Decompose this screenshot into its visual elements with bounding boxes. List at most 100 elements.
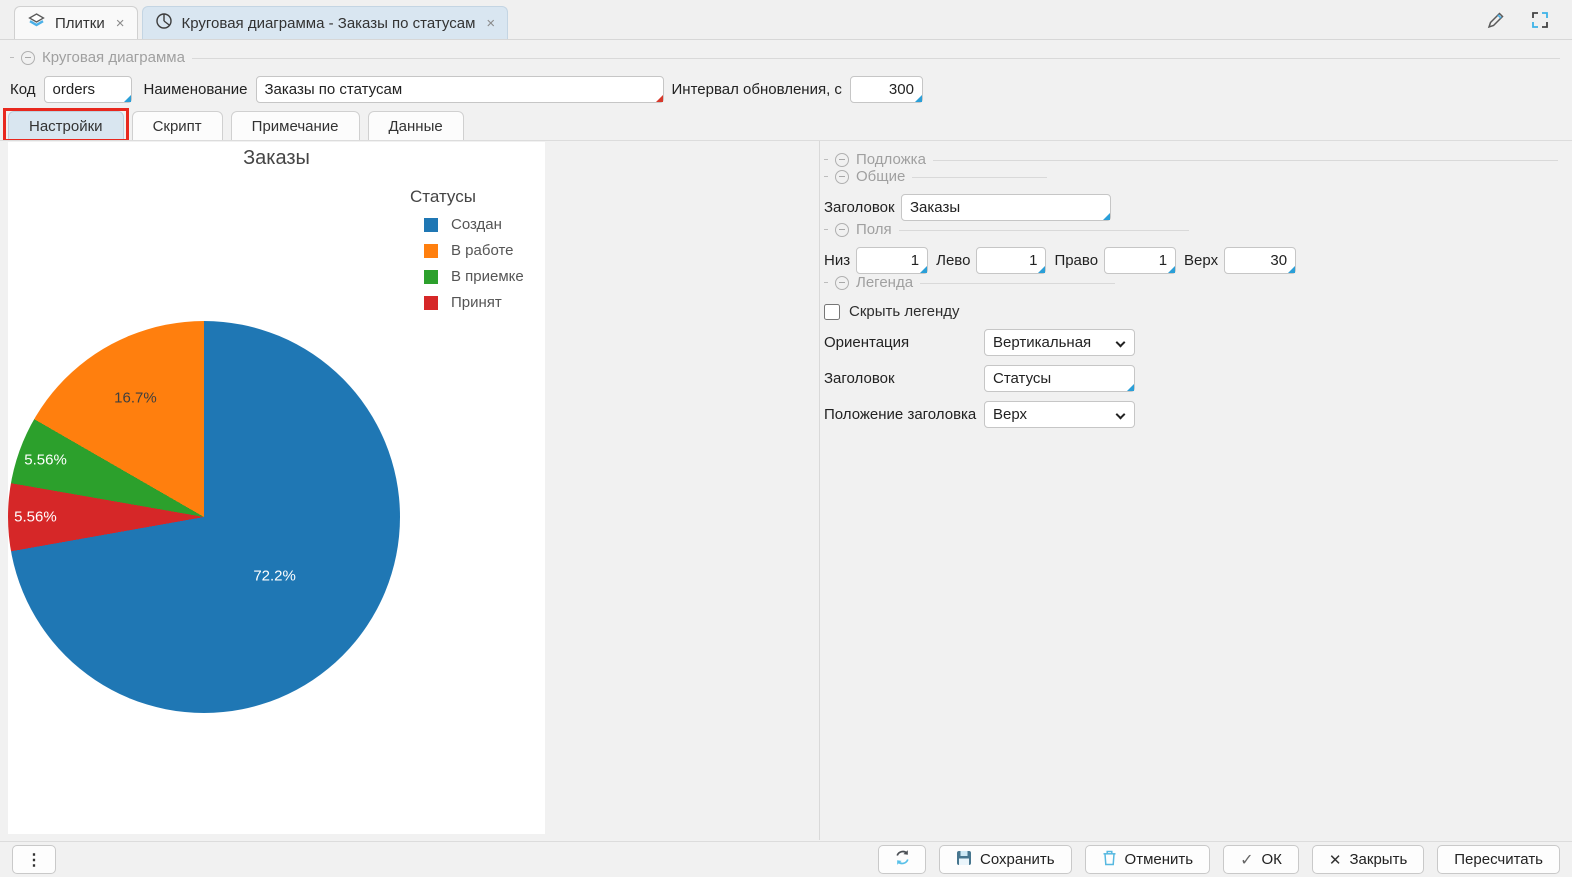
collapse-icon[interactable] xyxy=(21,51,35,65)
legend-title-input[interactable] xyxy=(984,365,1135,392)
collapse-icon[interactable] xyxy=(835,276,849,290)
margin-left-wrap xyxy=(976,247,1046,274)
hide-legend-label: Скрыть легенду xyxy=(849,303,960,320)
collapse-icon[interactable] xyxy=(835,153,849,167)
title-position-value: Верх xyxy=(993,406,1027,423)
interval-input[interactable] xyxy=(850,76,923,103)
name-input[interactable] xyxy=(256,76,664,103)
section-line xyxy=(920,283,1115,284)
legend-swatch xyxy=(424,218,438,232)
recalculate-button[interactable]: Пересчитать xyxy=(1437,845,1560,874)
pie-chart: 72.2% 16.7% 5.56% 5.56% xyxy=(8,321,400,713)
margin-right-label: Право xyxy=(1054,252,1098,269)
close-icon[interactable]: × xyxy=(486,15,495,32)
dash-decoration xyxy=(824,176,828,177)
chart-legend: Статусы Создан В работе В приемке Принят xyxy=(409,187,539,311)
tab-label: Настройки xyxy=(29,118,103,135)
margin-right-input[interactable] xyxy=(1104,247,1176,274)
fullscreen-icon[interactable] xyxy=(1528,8,1552,32)
legend-swatch xyxy=(424,270,438,284)
section-legend: Легенда xyxy=(824,274,1558,291)
chevron-down-icon xyxy=(1116,410,1126,420)
save-icon xyxy=(956,850,972,870)
window-tab-label: Плитки xyxy=(55,15,105,32)
legend-title-field-wrap xyxy=(984,365,1135,392)
main-form-row: Код Наименование Интервал обновления, с xyxy=(10,75,923,103)
modified-marker-icon xyxy=(915,95,922,102)
chart-preview-canvas: Заказы Статусы Создан В работе В приемке… xyxy=(8,142,545,834)
collapse-icon[interactable] xyxy=(835,170,849,184)
window-tab-pie-chart[interactable]: Круговая диаграмма - Заказы по статусам … xyxy=(142,6,509,39)
name-field-wrap xyxy=(256,76,664,103)
settings-panel: Подложка Общие Заголовок Поля Низ xyxy=(819,141,1572,840)
legend-item: В работе xyxy=(409,242,539,259)
chart-title: Заказы xyxy=(8,147,545,170)
tab-data[interactable]: Данные xyxy=(368,111,464,141)
legend-label: В работе xyxy=(451,242,514,259)
hide-legend-checkbox[interactable] xyxy=(824,304,840,320)
orientation-value: Вертикальная xyxy=(993,334,1091,351)
interval-label: Интервал обновления, с xyxy=(672,81,842,98)
title-position-row: Положение заголовка Верх xyxy=(824,401,1558,428)
margin-right-wrap xyxy=(1104,247,1176,274)
trash-icon xyxy=(1102,850,1117,870)
tabbar-actions xyxy=(1484,8,1572,32)
slice-label: 72.2% xyxy=(253,568,296,585)
modified-marker-icon xyxy=(1168,266,1175,273)
legend-label: Принят xyxy=(451,294,502,311)
title-position-select[interactable]: Верх xyxy=(984,401,1135,428)
orientation-select[interactable]: Вертикальная xyxy=(984,329,1135,356)
dash-decoration xyxy=(824,282,828,283)
margin-top-label: Верх xyxy=(1184,252,1218,269)
close-button[interactable]: ✕ Закрыть xyxy=(1312,845,1424,874)
edit-pencil-icon[interactable] xyxy=(1484,8,1508,32)
more-menu-button[interactable]: ⋮ xyxy=(12,845,56,874)
margin-left-input[interactable] xyxy=(976,247,1046,274)
tab-label: Примечание xyxy=(252,118,339,135)
cancel-button[interactable]: Отменить xyxy=(1085,845,1211,874)
legend-label: Создан xyxy=(451,216,502,233)
cancel-label: Отменить xyxy=(1125,851,1194,868)
window-tab-label: Круговая диаграмма - Заказы по статусам xyxy=(182,15,476,32)
section-line xyxy=(912,177,1047,178)
chart-title-input[interactable] xyxy=(901,194,1111,221)
legend-title-label: Заголовок xyxy=(824,370,984,387)
tab-label: Данные xyxy=(389,118,443,135)
margin-bottom-wrap xyxy=(856,247,928,274)
subtabs: Настройки Скрипт Примечание Данные xyxy=(8,111,464,141)
tab-settings[interactable]: Настройки xyxy=(8,111,124,141)
modified-marker-icon xyxy=(920,266,927,273)
margin-bottom-input[interactable] xyxy=(856,247,928,274)
save-button[interactable]: Сохранить xyxy=(939,845,1072,874)
tab-label: Скрипт xyxy=(153,118,202,135)
window-tab-tiles[interactable]: Плитки × xyxy=(14,6,138,39)
code-label: Код xyxy=(10,81,36,98)
close-icon[interactable]: × xyxy=(116,15,125,32)
margin-bottom-label: Низ xyxy=(824,252,850,269)
margin-top-wrap xyxy=(1224,247,1296,274)
collapse-icon[interactable] xyxy=(835,223,849,237)
section-line xyxy=(933,160,1558,161)
tab-script[interactable]: Скрипт xyxy=(132,111,223,141)
name-label: Наименование xyxy=(144,81,248,98)
ok-button[interactable]: ✓ ОК xyxy=(1223,845,1299,874)
chart-title-field-wrap xyxy=(901,194,1111,221)
close-label: Закрыть xyxy=(1349,851,1407,868)
tab-note[interactable]: Примечание xyxy=(231,111,360,141)
code-field-wrap xyxy=(44,76,132,103)
margin-top-input[interactable] xyxy=(1224,247,1296,274)
hide-legend-row: Скрыть легенду xyxy=(824,303,1558,320)
slice-label: 16.7% xyxy=(114,390,157,407)
recalculate-label: Пересчитать xyxy=(1454,851,1543,868)
dash-decoration xyxy=(824,229,828,230)
legend-item: Создан xyxy=(409,216,539,233)
refresh-icon xyxy=(894,849,911,870)
general-title-row: Заголовок xyxy=(824,194,1558,221)
legend-title-row: Заголовок xyxy=(824,365,1558,392)
section-title: Легенда xyxy=(856,274,913,291)
title-position-label: Положение заголовка xyxy=(824,406,984,423)
code-input[interactable] xyxy=(44,76,132,103)
refresh-button[interactable] xyxy=(878,845,926,874)
toolbar-buttons: Сохранить Отменить ✓ ОК ✕ Закрыть Пересч… xyxy=(878,845,1560,874)
close-x-icon: ✕ xyxy=(1329,851,1342,869)
